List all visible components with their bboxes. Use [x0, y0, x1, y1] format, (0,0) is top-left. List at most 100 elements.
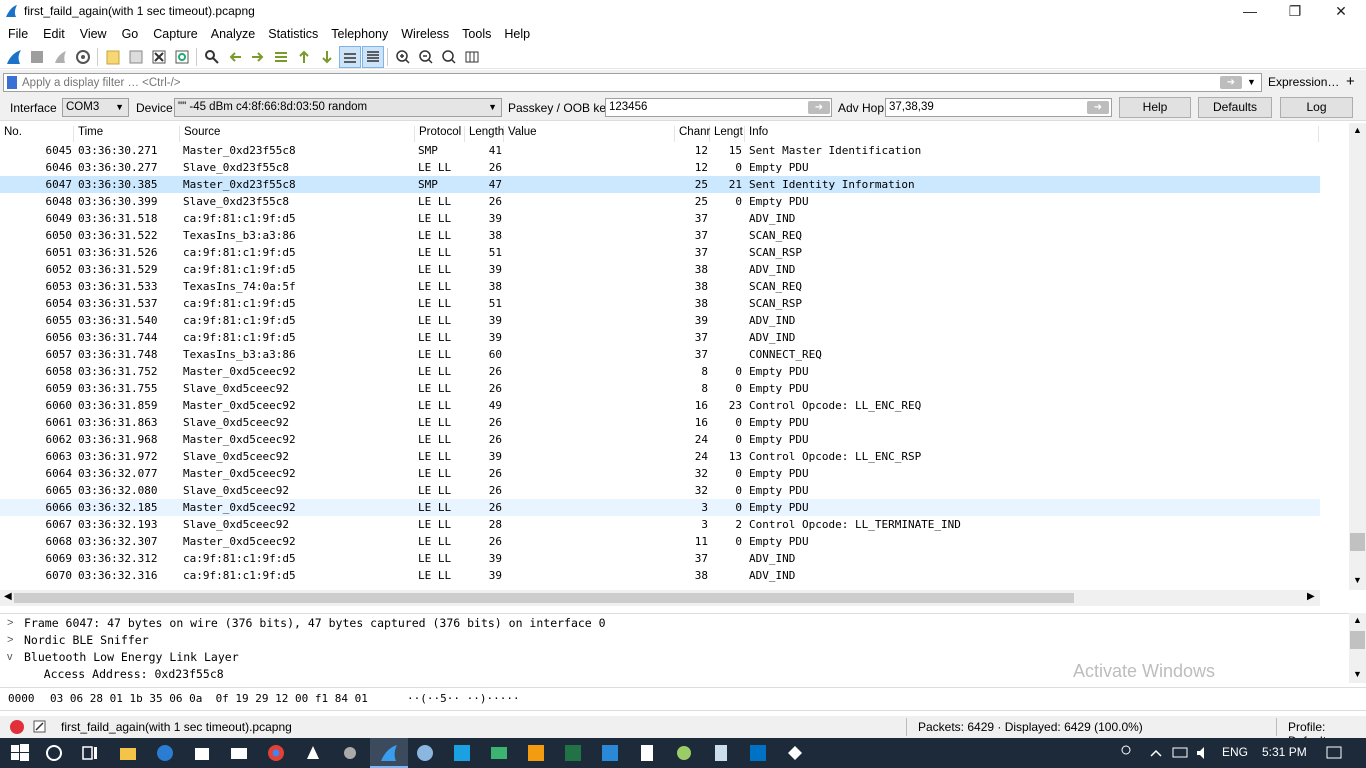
- scroll-down-icon[interactable]: ▼: [1353, 575, 1362, 585]
- column-header-source[interactable]: Source: [180, 126, 415, 142]
- packet-list[interactable]: 6045 03:36:30.271 Master_0xd23f55c8 SMP 41 12…: [0, 142, 1320, 590]
- packet-row[interactable]: 6061 03:36:31.863 Slave_0xd5ceec92 LE LL 26 1…: [0, 414, 1320, 431]
- zoom-in-icon[interactable]: [392, 46, 414, 68]
- column-header-protocol[interactable]: Protocol: [415, 126, 465, 142]
- capture-comment-icon[interactable]: [33, 720, 46, 733]
- search-icon[interactable]: [44, 743, 64, 763]
- display-filter-field[interactable]: ➜ ▼: [3, 73, 1262, 92]
- column-header-no[interactable]: No.: [0, 126, 74, 142]
- app-icon[interactable]: [785, 743, 805, 763]
- app-icon[interactable]: [600, 743, 620, 763]
- last-packet-icon[interactable]: [316, 46, 338, 68]
- save-file-icon[interactable]: [125, 46, 147, 68]
- menu-telephony[interactable]: Telephony: [331, 25, 388, 43]
- packet-row[interactable]: 6069 03:36:32.312 ca:9f:81:c1:9f:d5 LE LL 39…: [0, 550, 1320, 567]
- bookmark-icon[interactable]: [7, 76, 17, 89]
- menu-edit[interactable]: Edit: [43, 25, 65, 43]
- start-capture-icon[interactable]: [3, 46, 25, 68]
- auto-scroll-icon[interactable]: [339, 45, 361, 68]
- app-icon[interactable]: [674, 743, 694, 763]
- notification-icon[interactable]: [1324, 743, 1344, 763]
- chevron-up-icon[interactable]: [1146, 743, 1166, 763]
- task-view-icon[interactable]: [80, 743, 100, 763]
- volume-icon[interactable]: [1194, 743, 1214, 763]
- colorize-icon[interactable]: [362, 45, 384, 68]
- passkey-input[interactable]: 123456: [605, 98, 832, 117]
- collapse-arrow-icon[interactable]: v: [7, 649, 13, 666]
- menu-file[interactable]: File: [8, 25, 28, 43]
- expand-arrow-icon[interactable]: >: [7, 615, 13, 632]
- menu-view[interactable]: View: [80, 25, 107, 43]
- packet-row[interactable]: 6068 03:36:32.307 Master_0xd5ceec92 LE LL 26…: [0, 533, 1320, 550]
- details-vertical-scrollbar[interactable]: ▲ ▼: [1349, 613, 1366, 683]
- packet-list-vertical-scrollbar[interactable]: ▲ ▼: [1349, 123, 1366, 590]
- apply-adv-hop-arrow-icon[interactable]: ➜: [1087, 101, 1109, 114]
- edge-icon[interactable]: [155, 743, 175, 763]
- menu-analyze[interactable]: Analyze: [211, 25, 255, 43]
- menu-statistics[interactable]: Statistics: [268, 25, 318, 43]
- packet-row[interactable]: 6065 03:36:32.080 Slave_0xd5ceec92 LE LL 26 3…: [0, 482, 1320, 499]
- packet-row[interactable]: 6045 03:36:30.271 Master_0xd23f55c8 SMP 41 12…: [0, 142, 1320, 159]
- reload-file-icon[interactable]: [171, 46, 193, 68]
- column-header-value[interactable]: Value: [504, 126, 675, 142]
- network-icon[interactable]: [1170, 743, 1190, 763]
- packet-row[interactable]: 6052 03:36:31.529 ca:9f:81:c1:9f:d5 LE LL 39…: [0, 261, 1320, 278]
- packet-list-horizontal-scrollbar[interactable]: ◀ ▶: [0, 590, 1320, 606]
- menu-capture[interactable]: Capture: [153, 25, 197, 43]
- windows-start-icon[interactable]: [10, 743, 30, 763]
- excel-icon[interactable]: [563, 743, 583, 763]
- column-header-length[interactable]: Length: [465, 126, 504, 142]
- apply-filter-arrow-icon[interactable]: ➜: [1220, 76, 1242, 89]
- apply-passkey-arrow-icon[interactable]: ➜: [808, 101, 830, 114]
- scroll-down-icon[interactable]: ▼: [1353, 669, 1362, 679]
- clock[interactable]: 5:31 PM: [1262, 745, 1307, 759]
- expand-arrow-icon[interactable]: >: [7, 632, 13, 649]
- packet-row[interactable]: 6048 03:36:30.399 Slave_0xd23f55c8 LE LL 26 2…: [0, 193, 1320, 210]
- packet-row[interactable]: 6059 03:36:31.755 Slave_0xd5ceec92 LE LL 26 8…: [0, 380, 1320, 397]
- go-back-icon[interactable]: [224, 46, 246, 68]
- go-forward-icon[interactable]: [247, 46, 269, 68]
- packet-row[interactable]: 6067 03:36:32.193 Slave_0xd5ceec92 LE LL 28 3…: [0, 516, 1320, 533]
- column-header-time[interactable]: Time: [74, 126, 180, 142]
- packet-row[interactable]: 6064 03:36:32.077 Master_0xd5ceec92 LE LL 26…: [0, 465, 1320, 482]
- column-header-channel[interactable]: Chanr: [675, 126, 710, 142]
- language-indicator[interactable]: ENG: [1222, 745, 1248, 759]
- file-explorer-icon[interactable]: [118, 743, 138, 763]
- close-button[interactable]: ✕: [1318, 0, 1364, 23]
- taskbar-wireshark-active[interactable]: [370, 738, 408, 768]
- scroll-up-icon[interactable]: ▲: [1353, 615, 1362, 625]
- people-icon[interactable]: [1116, 743, 1136, 763]
- column-header-info[interactable]: Info: [745, 126, 1319, 142]
- display-filter-input[interactable]: [22, 75, 1212, 90]
- restore-button[interactable]: ❐: [1272, 0, 1318, 23]
- minimize-button[interactable]: —: [1227, 0, 1273, 23]
- resize-columns-icon[interactable]: [461, 46, 483, 68]
- packet-row[interactable]: 6054 03:36:31.537 ca:9f:81:c1:9f:d5 LE LL 51…: [0, 295, 1320, 312]
- find-packet-icon[interactable]: [201, 46, 223, 68]
- scroll-thumb[interactable]: [14, 593, 1074, 603]
- scroll-left-icon[interactable]: ◀: [4, 591, 12, 602]
- help-button[interactable]: Help: [1119, 97, 1191, 118]
- packet-row[interactable]: 6062 03:36:31.968 Master_0xd5ceec92 LE LL 26…: [0, 431, 1320, 448]
- app-icon[interactable]: [340, 743, 360, 763]
- scroll-right-icon[interactable]: ▶: [1307, 591, 1315, 602]
- app-icon[interactable]: [415, 743, 435, 763]
- scroll-up-icon[interactable]: ▲: [1353, 125, 1362, 135]
- log-button[interactable]: Log: [1280, 97, 1353, 118]
- calculator-icon[interactable]: [637, 743, 657, 763]
- capture-options-icon[interactable]: [72, 46, 94, 68]
- app-icon[interactable]: [303, 743, 323, 763]
- packet-row[interactable]: 6058 03:36:31.752 Master_0xd5ceec92 LE LL 26…: [0, 363, 1320, 380]
- packet-row[interactable]: 6053 03:36:31.533 TexasIns_74:0a:5f LE LL 38…: [0, 278, 1320, 295]
- packet-row[interactable]: 6057 03:36:31.748 TexasIns_b3:a3:86 LE LL 60…: [0, 346, 1320, 363]
- scroll-thumb[interactable]: [1350, 631, 1365, 649]
- menu-tools[interactable]: Tools: [462, 25, 491, 43]
- adv-hop-input[interactable]: 37,38,39: [885, 98, 1112, 117]
- menu-help[interactable]: Help: [504, 25, 530, 43]
- packet-row[interactable]: 6055 03:36:31.540 ca:9f:81:c1:9f:d5 LE LL 39…: [0, 312, 1320, 329]
- packet-row[interactable]: 6063 03:36:31.972 Slave_0xd5ceec92 LE LL 39 2…: [0, 448, 1320, 465]
- add-filter-button[interactable]: +: [1346, 73, 1355, 90]
- chrome-icon[interactable]: [266, 743, 286, 763]
- go-to-packet-icon[interactable]: [270, 46, 292, 68]
- store-icon[interactable]: [192, 743, 212, 763]
